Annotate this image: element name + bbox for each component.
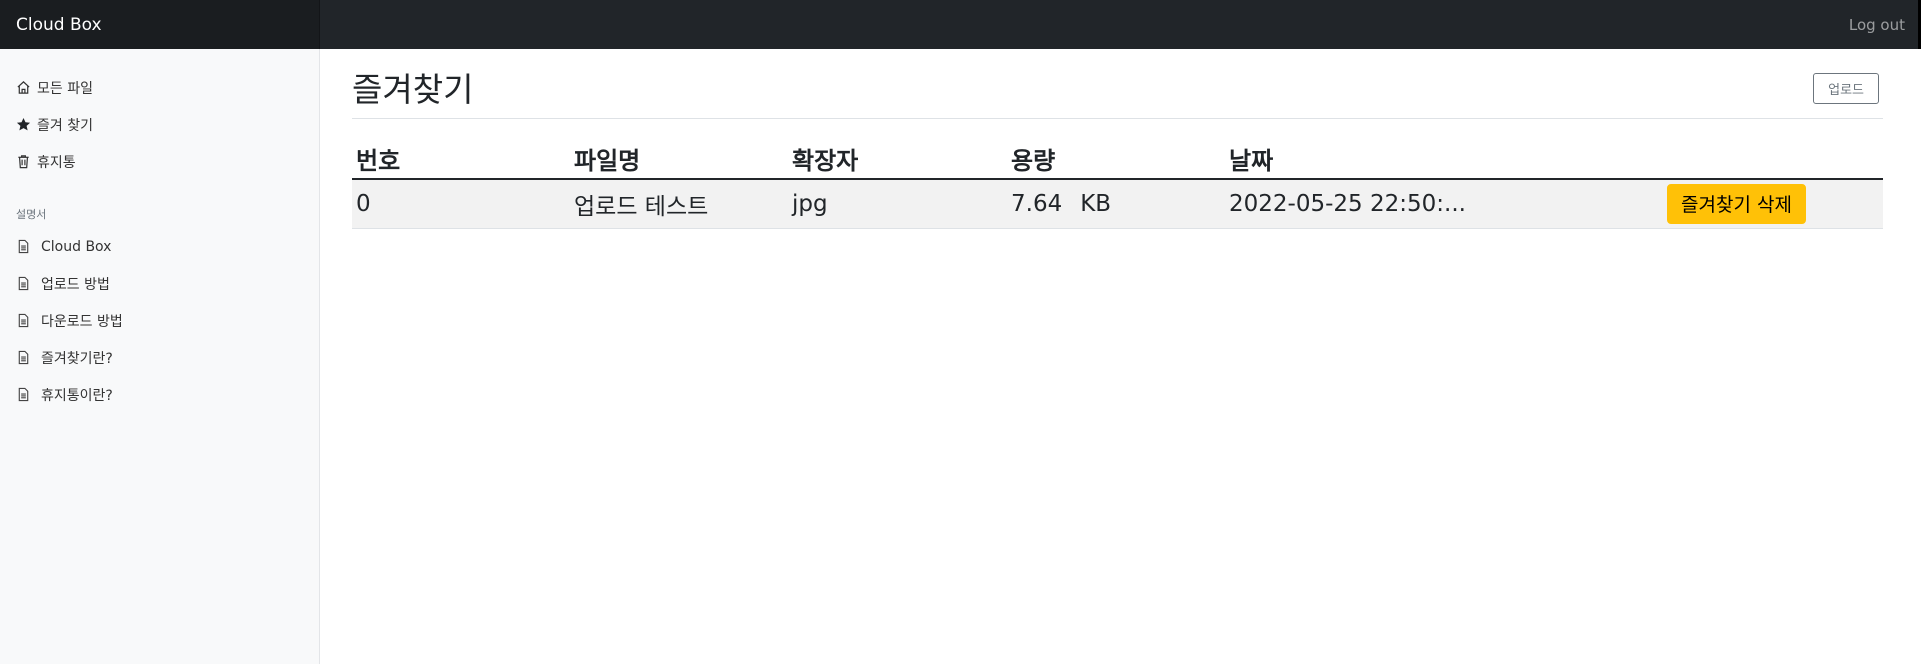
column-header-number[interactable]: 번호 bbox=[352, 141, 570, 180]
sidebar: 모든 파일 즐겨 찾기 휴지통 설명서 Cloud Box 업로드 방법 다운로… bbox=[0, 49, 320, 664]
sidebar-item-label: 휴지통이란? bbox=[41, 387, 113, 404]
home-icon bbox=[17, 81, 30, 94]
column-header-filename[interactable]: 파일명 bbox=[570, 141, 788, 180]
favorites-table: 번호 파일명 확장자 용량 날짜 0 업로드 테스트 jpg 7.64 KB 20… bbox=[352, 141, 1883, 229]
column-header-size[interactable]: 용량 bbox=[1007, 141, 1225, 180]
sidebar-item-trash[interactable]: 휴지통 bbox=[0, 143, 319, 180]
sidebar-item-label: Cloud Box bbox=[41, 238, 112, 255]
sidebar-doc-favorites-guide[interactable]: 즐겨찾기란? bbox=[0, 339, 319, 376]
sidebar-doc-cloud-box[interactable]: Cloud Box bbox=[0, 228, 319, 265]
table-row[interactable]: 0 업로드 테스트 jpg 7.64 KB 2022-05-25 22:50:..… bbox=[352, 179, 1883, 229]
file-text-icon bbox=[18, 387, 29, 402]
cell-number: 0 bbox=[352, 179, 570, 229]
sidebar-item-label: 즐겨찾기란? bbox=[41, 350, 113, 367]
sidebar-doc-download-guide[interactable]: 다운로드 방법 bbox=[0, 302, 319, 339]
brand-logo[interactable]: Cloud Box bbox=[0, 0, 320, 49]
trash-icon bbox=[18, 155, 29, 169]
cell-date: 2022-05-25 22:50:... bbox=[1225, 179, 1662, 229]
sidebar-item-label: 다운로드 방법 bbox=[41, 313, 123, 330]
size-value: 7.64 bbox=[1011, 190, 1063, 217]
column-header-extension[interactable]: 확장자 bbox=[788, 141, 1007, 180]
sidebar-doc-upload-guide[interactable]: 업로드 방법 bbox=[0, 265, 319, 302]
top-navbar: Cloud Box Log out bbox=[0, 0, 1921, 49]
cell-actions: 즐겨찾기 삭제 bbox=[1662, 179, 1883, 229]
size-unit: KB bbox=[1080, 190, 1112, 217]
sidebar-doc-trash-guide[interactable]: 휴지통이란? bbox=[0, 376, 319, 413]
upload-button[interactable]: 업로드 bbox=[1813, 73, 1879, 104]
column-header-actions bbox=[1662, 141, 1883, 180]
table-header-row: 번호 파일명 확장자 용량 날짜 bbox=[352, 141, 1883, 180]
main-content: 즐겨찾기 업로드 번호 파일명 확장자 용량 날짜 0 업로드 테스트 jpg … bbox=[352, 49, 1883, 229]
column-header-date[interactable]: 날짜 bbox=[1225, 141, 1662, 180]
logout-link[interactable]: Log out bbox=[1849, 16, 1921, 34]
file-text-icon bbox=[18, 313, 29, 328]
page-title: 즐겨찾기 bbox=[352, 70, 474, 109]
remove-favorite-button[interactable]: 즐겨찾기 삭제 bbox=[1667, 183, 1806, 224]
star-icon bbox=[16, 117, 31, 131]
cell-size: 7.64 KB bbox=[1007, 179, 1225, 229]
cell-extension: jpg bbox=[788, 179, 1007, 229]
file-text-icon bbox=[18, 239, 29, 254]
sidebar-item-label: 휴지통 bbox=[37, 154, 76, 171]
sidebar-item-all-files[interactable]: 모든 파일 bbox=[0, 69, 319, 106]
sidebar-item-label: 업로드 방법 bbox=[41, 276, 110, 293]
sidebar-item-favorites[interactable]: 즐겨 찾기 bbox=[0, 106, 319, 143]
page-header: 즐겨찾기 업로드 bbox=[352, 49, 1883, 119]
cell-filename[interactable]: 업로드 테스트 bbox=[570, 179, 788, 229]
sidebar-item-label: 즐겨 찾기 bbox=[37, 117, 93, 134]
file-text-icon bbox=[18, 276, 29, 291]
file-text-icon bbox=[18, 350, 29, 365]
section-heading-manual: 설명서 bbox=[16, 208, 47, 221]
sidebar-item-label: 모든 파일 bbox=[37, 80, 93, 97]
